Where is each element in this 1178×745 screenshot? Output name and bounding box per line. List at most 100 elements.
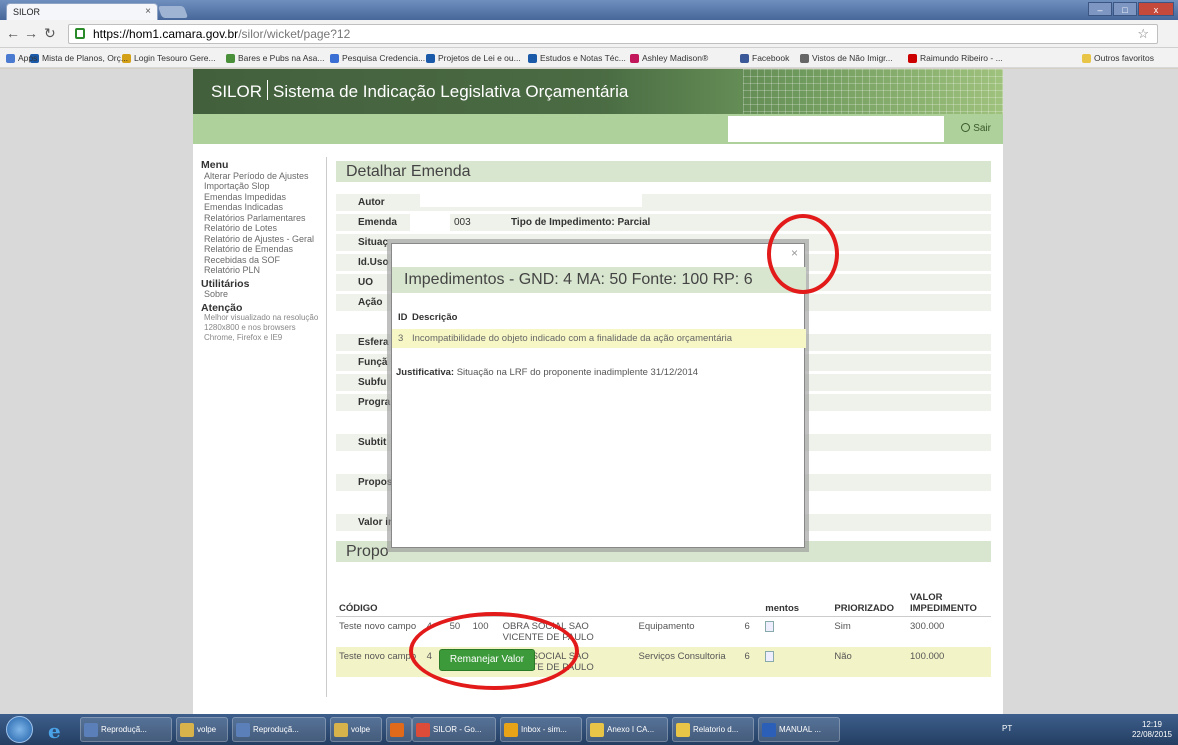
browser-toolbar: ← → ↻ https://hom1.camara.gov.br/silor/w… bbox=[0, 20, 1178, 48]
bookmark-label: Vistos de Não Imigr... bbox=[812, 53, 893, 63]
sidebar-menu-item[interactable]: Emendas Impedidas bbox=[201, 192, 326, 203]
column-header: PRIORIZADO bbox=[831, 590, 907, 617]
browser-tab-strip: SILOR × – □ x bbox=[0, 0, 1178, 20]
sidebar-menu-item[interactable]: Relatório de Lotes bbox=[201, 223, 326, 234]
sidebar-menu-item[interactable]: Relatório de Ajustes - Geral bbox=[201, 234, 326, 245]
annotation-circle-button bbox=[409, 612, 579, 690]
logout-link[interactable]: Sair bbox=[961, 123, 991, 134]
bookmark-label: Raimundo Ribeiro - ... bbox=[920, 53, 1003, 63]
bookmark-item[interactable]: Projetos de Lei e ou... bbox=[426, 53, 521, 63]
sidebar-util-item[interactable]: Sobre bbox=[201, 289, 326, 300]
detail-label: Id.Uso bbox=[358, 257, 389, 268]
bookmark-item[interactable]: Bares e Pubs na Asa... bbox=[226, 53, 324, 63]
taskbar-item[interactable]: Inbox - sim... bbox=[500, 717, 582, 742]
bookmark-label: Mista de Planos, Orç... bbox=[42, 53, 128, 63]
bookmark-item[interactable]: Raimundo Ribeiro - ... bbox=[908, 53, 1003, 63]
taskbar-item[interactable]: Anexo I CA... bbox=[586, 717, 668, 742]
taskbar-app-icon bbox=[390, 723, 404, 737]
bookmark-label: Apps bbox=[18, 53, 38, 63]
detail-label: UO bbox=[358, 277, 373, 288]
close-window-button[interactable]: x bbox=[1138, 2, 1174, 16]
ie-icon[interactable]: e bbox=[48, 719, 61, 743]
bookmark-star-icon[interactable]: ☆ bbox=[1137, 25, 1149, 43]
redacted-author bbox=[420, 188, 642, 207]
detail-row: Autor bbox=[336, 188, 991, 211]
taskbar-label: Relatorio d... bbox=[693, 725, 739, 734]
title-separator bbox=[267, 80, 269, 100]
other-bookmarks[interactable]: Outros favoritos bbox=[1082, 53, 1154, 63]
column-header bbox=[741, 590, 763, 617]
sidebar-menu-item[interactable]: Alterar Período de Ajustes bbox=[201, 171, 326, 182]
bookmark-icon bbox=[908, 53, 917, 63]
document-icon[interactable] bbox=[765, 621, 775, 632]
table-cell: Equipamento bbox=[638, 621, 695, 632]
taskbar-item[interactable]: Reproduçã... bbox=[232, 717, 326, 742]
col-description: Descrição bbox=[412, 312, 458, 323]
detail-label: Funçã bbox=[358, 357, 388, 368]
taskbar-item[interactable]: Reproduçã... bbox=[80, 717, 172, 742]
address-bar[interactable]: https://hom1.camara.gov.br/silor/wicket/… bbox=[68, 24, 1158, 44]
bookmark-label: Facebook bbox=[752, 53, 790, 63]
minimize-button[interactable]: – bbox=[1088, 2, 1112, 16]
taskbar-item[interactable]: volpe bbox=[330, 717, 382, 742]
bookmark-label: Bares e Pubs na Asa... bbox=[238, 53, 325, 63]
start-button[interactable] bbox=[6, 716, 33, 743]
impediments-doc-icon[interactable] bbox=[762, 617, 831, 648]
reload-icon[interactable]: ↻ bbox=[44, 25, 56, 42]
sidebar-menu-item[interactable]: Relatórios Parlamentares bbox=[201, 213, 326, 224]
sidebar-menu-item[interactable]: Relatório PLN bbox=[201, 265, 326, 276]
close-tab-icon[interactable]: × bbox=[145, 6, 151, 17]
sidebar-menu-item[interactable]: Relatório de Emendas Recebidas da SOF bbox=[201, 244, 326, 265]
taskbar-app-icon bbox=[180, 723, 194, 737]
bookmark-icon bbox=[800, 53, 809, 63]
table-cell: 6 bbox=[744, 621, 750, 632]
clock[interactable]: 12:19 22/08/2015 bbox=[1132, 720, 1172, 740]
maximize-button[interactable]: □ bbox=[1113, 2, 1137, 16]
bookmarks-bar: Raimundo Ribeiro - ... Vistos de Não Imig… bbox=[0, 48, 1178, 68]
bookmark-item[interactable]: Pesquisa Credencia... bbox=[330, 53, 425, 63]
bookmark-item[interactable]: Apps bbox=[6, 53, 37, 63]
taskbar-item[interactable]: SILOR - Go... bbox=[412, 717, 496, 742]
back-icon[interactable]: ← bbox=[6, 25, 20, 41]
utilities-title: Utilitários bbox=[201, 277, 250, 290]
app-subtitle: Sistema de Indicação Legislativa Orçamen… bbox=[273, 82, 629, 101]
taskbar-item[interactable]: MANUAL ... bbox=[758, 717, 840, 742]
taskbar-app-icon bbox=[334, 723, 348, 737]
browser-tab[interactable]: SILOR × bbox=[6, 3, 158, 20]
row-id: 3 bbox=[398, 333, 404, 344]
sidebar-menu-item[interactable]: Importação Slop bbox=[201, 181, 326, 192]
document-icon[interactable] bbox=[765, 651, 775, 662]
sidebar-menu-item[interactable]: Emendas Indicadas bbox=[201, 202, 326, 213]
column-header bbox=[423, 590, 447, 617]
bookmark-item[interactable]: Mista de Planos, Orç... bbox=[30, 53, 128, 63]
bookmark-item[interactable]: Estudos e Notas Téc... bbox=[528, 53, 626, 63]
table-cell: 6 bbox=[741, 647, 763, 677]
bookmark-icon bbox=[6, 53, 15, 63]
bookmark-item[interactable]: Facebook bbox=[740, 53, 789, 63]
bookmark-item[interactable]: Login Tesouro Gere... bbox=[122, 53, 216, 63]
bookmark-label: Projetos de Lei e ou... bbox=[438, 53, 521, 63]
sidebar-divider bbox=[326, 157, 327, 697]
attention-note: Melhor visualizado na resolução 1280x800… bbox=[204, 313, 319, 342]
impedimentos-table: ID Descrição 3 Incompatibilidade do obje… bbox=[392, 312, 806, 348]
language-indicator[interactable]: PT bbox=[1002, 724, 1012, 733]
table-cell: 100.000 bbox=[907, 647, 991, 677]
column-header: CÓDIGO bbox=[336, 590, 424, 617]
taskbar-label: volpe bbox=[351, 725, 371, 734]
impedimentos-modal: × Impedimentos - GND: 4 MA: 50 Fonte: 10… bbox=[391, 243, 806, 548]
taskbar-label: volpe bbox=[197, 725, 217, 734]
new-tab-button[interactable] bbox=[157, 6, 189, 18]
detail-label: Subfu bbox=[358, 377, 387, 388]
taskbar-item[interactable]: volpe bbox=[176, 717, 228, 742]
bookmark-item[interactable]: Ashley Madison® bbox=[630, 53, 708, 63]
taskbar-label: SILOR - Go... bbox=[433, 725, 482, 734]
impediments-doc-icon[interactable] bbox=[762, 647, 832, 677]
taskbar-item[interactable] bbox=[386, 717, 412, 742]
detail-label: Situaç bbox=[358, 237, 389, 248]
bookmark-icon bbox=[330, 53, 339, 63]
menu-title: Menu bbox=[201, 159, 229, 171]
taskbar-item[interactable]: Relatorio d... bbox=[672, 717, 754, 742]
bookmark-item[interactable]: Vistos de Não Imigr... bbox=[800, 53, 893, 63]
forward-icon[interactable]: → bbox=[24, 25, 38, 41]
taskbar-label: Inbox - sim... bbox=[521, 725, 567, 734]
